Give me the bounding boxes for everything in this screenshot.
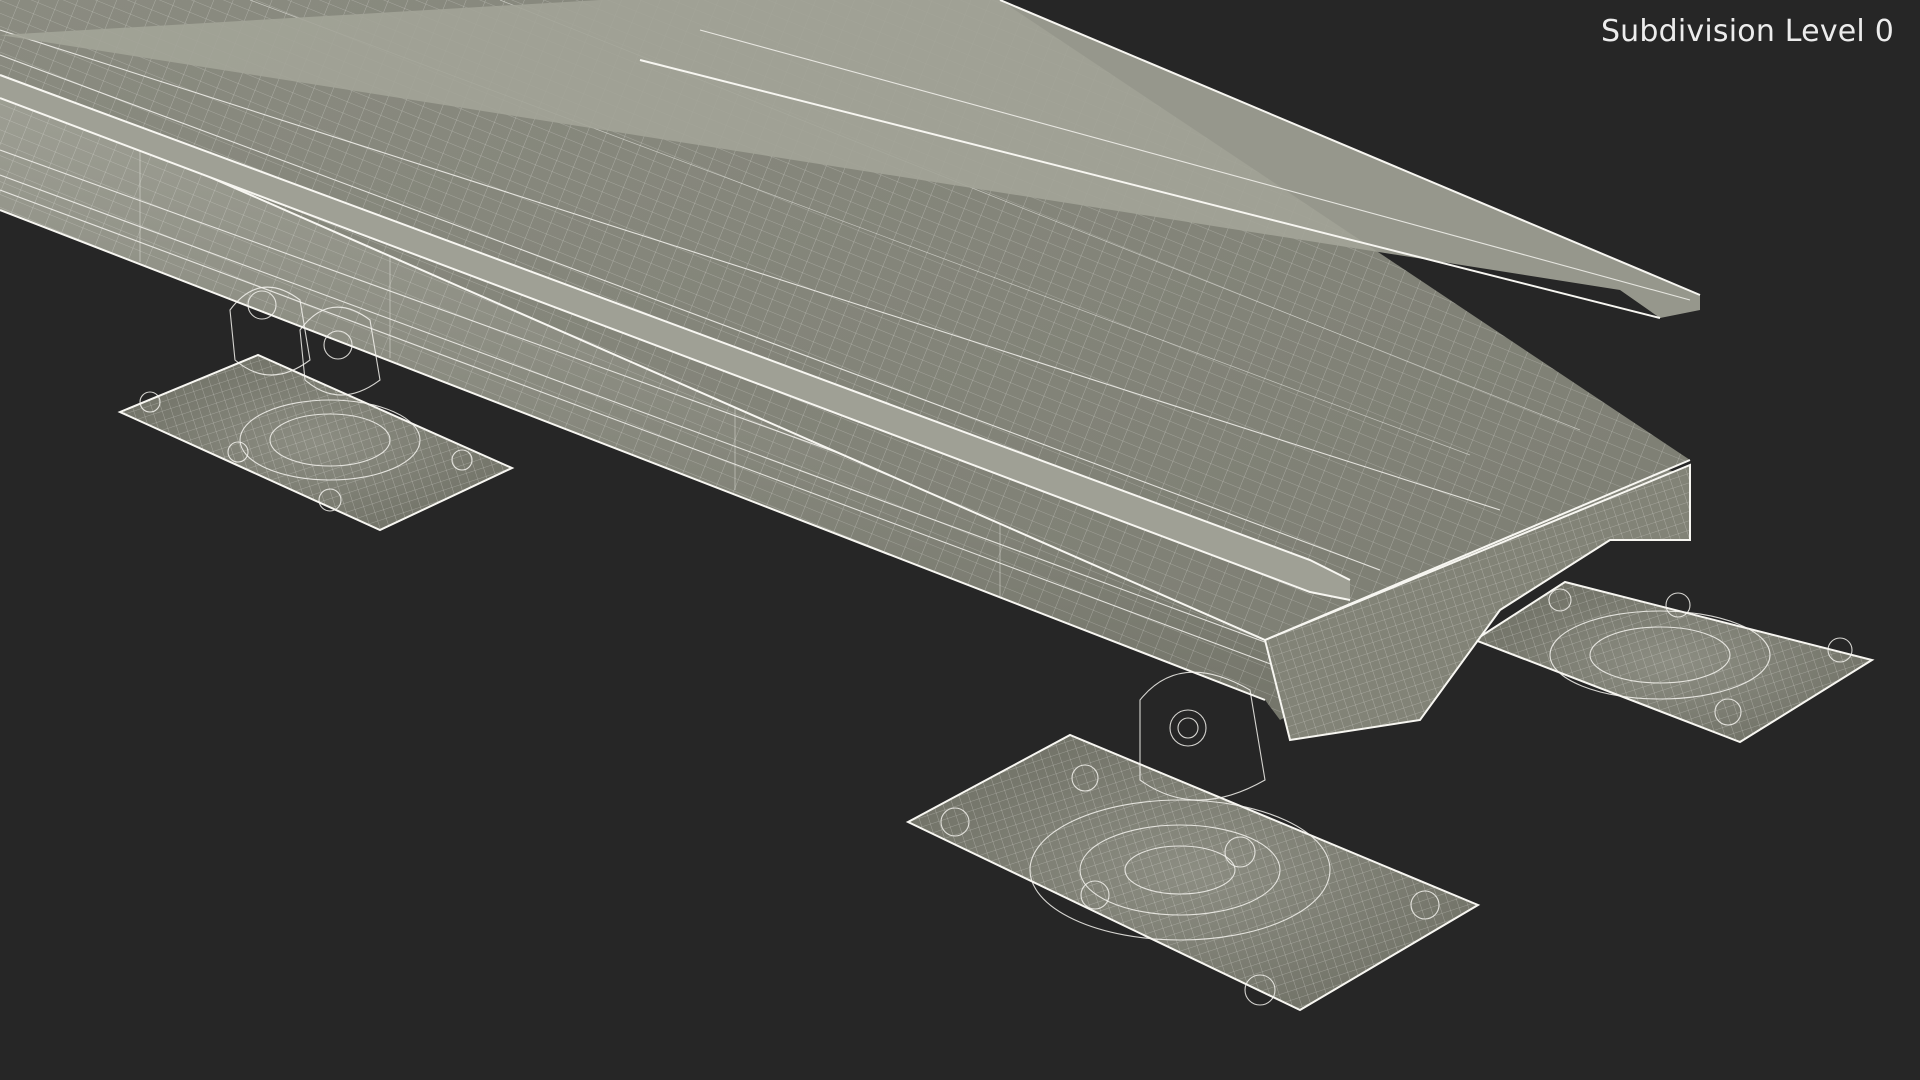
base-plate-center (905, 733, 1481, 1012)
base-plate-right (1472, 580, 1875, 744)
subdivision-level-label: Subdivision Level 0 (1600, 14, 1894, 49)
3d-viewport[interactable] (0, 0, 1920, 1080)
